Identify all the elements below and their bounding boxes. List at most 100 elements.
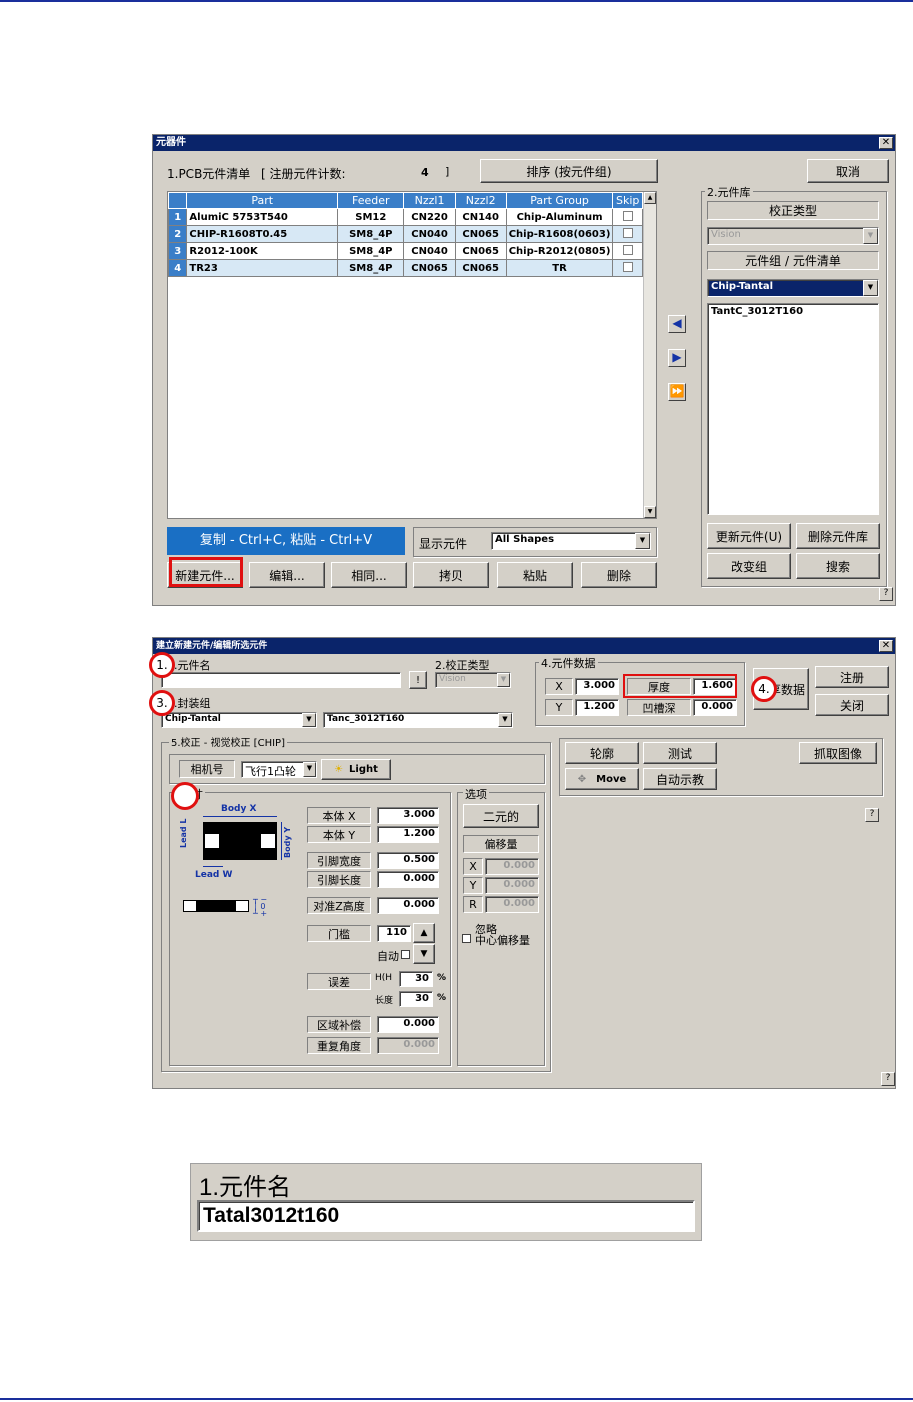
y-input[interactable]: 1.200 bbox=[575, 699, 619, 716]
body-x-input[interactable]: 3.000 bbox=[377, 807, 439, 824]
delete-library-button[interactable]: 删除元件库 bbox=[796, 523, 880, 549]
col-feeder[interactable]: Feeder bbox=[337, 192, 405, 209]
calib-type-label: 2.校正类型 bbox=[435, 659, 490, 672]
area-comp-input[interactable]: 0.000 bbox=[377, 1016, 439, 1033]
table-row[interactable]: 2 CHIP-R1608T0.45 SM8_4P CN040 CN065 Chi… bbox=[167, 225, 643, 243]
close-icon[interactable]: ✕ bbox=[879, 640, 893, 652]
chevron-down-icon[interactable]: ▼ bbox=[497, 673, 510, 687]
light-button[interactable]: ☀ Light bbox=[321, 759, 391, 780]
help-icon[interactable]: ? bbox=[865, 808, 879, 822]
feeder-cell: SM12 bbox=[337, 208, 405, 226]
close-button[interactable]: 关闭 bbox=[815, 694, 889, 716]
update-part-button[interactable]: 更新元件(U) bbox=[707, 523, 791, 549]
group-cell: Chip-R1608(0603) bbox=[505, 225, 614, 243]
list-item[interactable]: TantC_3012T160 bbox=[708, 304, 878, 319]
sort-button[interactable]: 排序 (按元件组) bbox=[480, 159, 658, 183]
arrow-right-icon[interactable]: ▶ bbox=[668, 349, 686, 367]
help-icon[interactable]: ? bbox=[879, 587, 893, 601]
library-title: 2.元件库 bbox=[705, 184, 753, 200]
groove-depth-input[interactable]: 0.000 bbox=[693, 699, 737, 716]
show-parts-select[interactable]: All Shapes bbox=[491, 532, 651, 550]
part-name-input[interactable] bbox=[161, 672, 401, 688]
auto-checkbox[interactable] bbox=[401, 950, 410, 959]
library-list[interactable]: TantC_3012T160 bbox=[707, 303, 879, 515]
edit-button[interactable]: 编辑... bbox=[249, 562, 325, 588]
table-row[interactable]: 1 AlumiC 5753T540 SM12 CN220 CN140 Chip-… bbox=[167, 208, 643, 226]
col-part-group[interactable]: Part Group bbox=[505, 192, 614, 209]
same-button[interactable]: 相同... bbox=[331, 562, 407, 588]
chevron-down-icon[interactable]: ▼ bbox=[863, 280, 878, 296]
paste-button[interactable]: 粘贴 bbox=[497, 562, 573, 588]
close-icon[interactable]: ✕ bbox=[879, 137, 893, 149]
table-scrollbar[interactable]: ▲ ▼ bbox=[643, 192, 656, 518]
width-tolerance-input[interactable]: 30 bbox=[399, 971, 433, 987]
lead-width-input[interactable]: 0.500 bbox=[377, 852, 439, 869]
binary-button[interactable]: 二元的 bbox=[463, 804, 539, 828]
package-select[interactable]: Chip-Tantal bbox=[161, 712, 317, 728]
chip-side-view bbox=[183, 900, 249, 912]
bang-button[interactable]: ! bbox=[409, 671, 427, 689]
skip-checkbox[interactable] bbox=[622, 261, 633, 272]
scroll-up-icon[interactable]: ▲ bbox=[644, 192, 656, 204]
x-input[interactable]: 3.000 bbox=[575, 678, 619, 695]
zoom-part-name-input[interactable]: Tatal3012t160 bbox=[197, 1200, 695, 1232]
search-button[interactable]: 搜索 bbox=[796, 553, 880, 579]
zoom-panel: 1.元件名 Tatal3012t160 bbox=[190, 1163, 702, 1241]
ignore-offset-checkbox[interactable] bbox=[462, 934, 471, 943]
auto-teach-button[interactable]: 自动示教 bbox=[643, 768, 717, 790]
skip-checkbox[interactable] bbox=[622, 244, 633, 255]
help-icon[interactable]: ? bbox=[881, 1072, 895, 1086]
skip-checkbox[interactable] bbox=[622, 210, 633, 221]
row-number: 4 bbox=[167, 259, 188, 277]
nzzl2-cell: CN065 bbox=[454, 242, 507, 260]
change-group-button[interactable]: 改变组 bbox=[707, 553, 791, 579]
callout-1-icon: 1. bbox=[149, 652, 175, 678]
length-tolerance-input[interactable]: 30 bbox=[399, 991, 433, 1007]
col-part[interactable]: Part bbox=[186, 192, 339, 209]
part-data-label: 4.元件数据 bbox=[539, 655, 598, 671]
capture-image-button[interactable]: 抓取图像 bbox=[799, 742, 877, 764]
outline-button[interactable]: 轮廓 bbox=[565, 742, 639, 764]
cancel-button[interactable]: 取消 bbox=[807, 159, 889, 183]
chip-diagram: Body X Lead L Body Y Lead W bbox=[179, 804, 301, 886]
lead-length-input[interactable]: 0.000 bbox=[377, 871, 439, 888]
col-skip[interactable]: Skip bbox=[612, 192, 643, 209]
register-button[interactable]: 注册 bbox=[815, 666, 889, 688]
chevron-down-icon[interactable]: ▼ bbox=[303, 762, 316, 777]
test-button[interactable]: 测试 bbox=[643, 742, 717, 764]
chevron-down-icon[interactable]: ▼ bbox=[863, 228, 878, 244]
pcb-parts-table: Part Feeder Nzzl1 Nzzl2 Part Group Skip … bbox=[167, 192, 643, 277]
lead-width-label: 引脚宽度 bbox=[307, 852, 371, 869]
scroll-down-icon[interactable]: ▼ bbox=[644, 506, 656, 518]
table-row[interactable]: 3 R2012-100K SM8_4P CN040 CN065 Chip-R20… bbox=[167, 242, 643, 260]
calib-type-select[interactable]: Vision bbox=[707, 227, 879, 245]
body-y-input[interactable]: 1.200 bbox=[377, 826, 439, 843]
col-nzzl2[interactable]: Nzzl2 bbox=[454, 192, 507, 209]
col-nzzl1[interactable]: Nzzl1 bbox=[403, 192, 456, 209]
arrow-left-icon[interactable]: ◀ bbox=[668, 315, 686, 333]
offset-r-input[interactable]: 0.000 bbox=[485, 896, 539, 913]
y-label: Y bbox=[545, 699, 573, 716]
threshold-input[interactable]: 110 bbox=[377, 925, 411, 942]
package-part-select[interactable]: Tanc_3012T160 bbox=[323, 712, 513, 728]
chevron-down-icon[interactable]: ▼ bbox=[302, 713, 316, 727]
offset-x-input[interactable]: 0.000 bbox=[485, 858, 539, 875]
copy-button[interactable]: 拷贝 bbox=[413, 562, 489, 588]
options-label: 选项 bbox=[463, 786, 489, 802]
delete-button[interactable]: 删除 bbox=[581, 562, 657, 588]
offset-label: 偏移量 bbox=[463, 835, 539, 853]
move-button[interactable]: ✥ Move bbox=[565, 768, 639, 790]
group-select[interactable]: Chip-Tantal bbox=[707, 279, 879, 297]
offset-y-input[interactable]: 0.000 bbox=[485, 877, 539, 894]
z-height-input[interactable]: 0.000 bbox=[377, 897, 439, 914]
threshold-up-icon[interactable]: ▲ bbox=[413, 923, 435, 943]
repeat-angle-input[interactable]: 0.000 bbox=[377, 1037, 439, 1054]
chevron-down-icon[interactable]: ▼ bbox=[635, 533, 650, 549]
threshold-down-icon[interactable]: ▼ bbox=[413, 944, 435, 964]
arrow-right-all-icon[interactable]: ⏩ bbox=[668, 383, 686, 401]
z-height-label: 对准Z高度 bbox=[307, 897, 371, 914]
length-percent: % bbox=[437, 993, 447, 1003]
skip-checkbox[interactable] bbox=[622, 227, 633, 238]
table-row[interactable]: 4 TR23 SM8_4P CN065 CN065 TR bbox=[167, 259, 643, 277]
chevron-down-icon[interactable]: ▼ bbox=[498, 713, 512, 727]
